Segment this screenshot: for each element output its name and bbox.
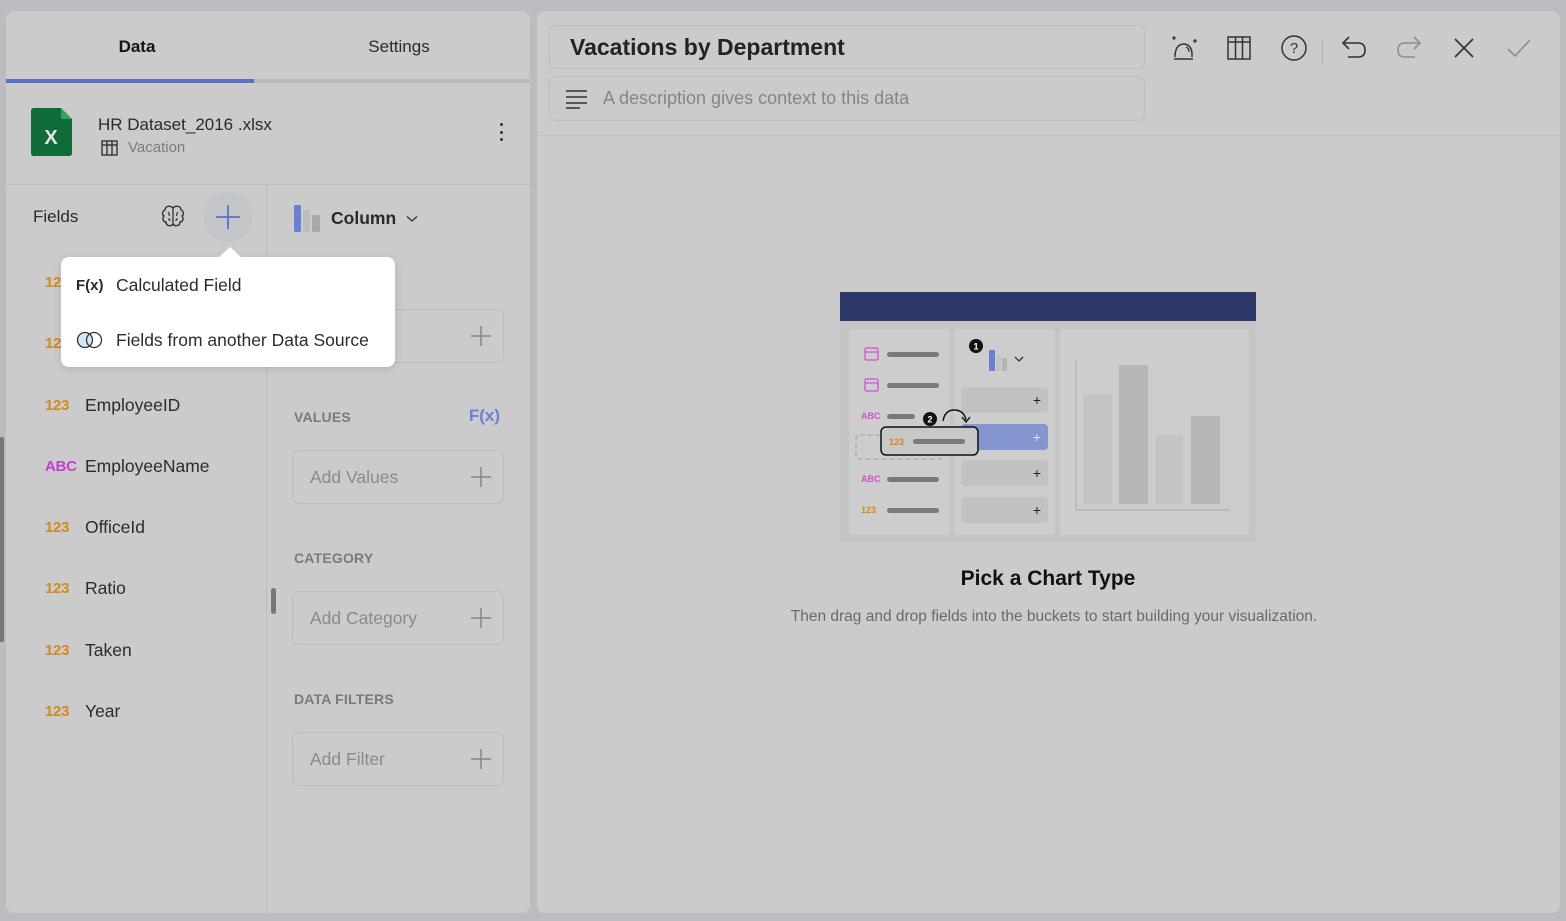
- values-bucket[interactable]: Add Values: [292, 450, 504, 504]
- category-placeholder: Add Category: [310, 607, 418, 628]
- header-divider: [537, 135, 1560, 136]
- confirm-button[interactable]: [1502, 31, 1536, 65]
- svg-text:+: +: [1033, 392, 1041, 408]
- illustration-abc-label: ABC: [861, 474, 881, 484]
- tab-data[interactable]: Data: [6, 11, 268, 83]
- plus-icon: [471, 749, 491, 769]
- tab-settings[interactable]: Settings: [268, 11, 530, 83]
- svg-text:?: ?: [1290, 40, 1298, 57]
- sheet-name: Vacation: [128, 139, 186, 156]
- data-filters-bucket[interactable]: Add Filter: [292, 732, 504, 786]
- field-type-number: 123: [45, 641, 70, 659]
- field-label: Ratio: [85, 577, 126, 598]
- field-label: EmployeeName: [85, 455, 210, 476]
- chart-builder-illustration: ABC ABC 123 1 + + + + 123 2: [840, 292, 1256, 542]
- field-item-ratio[interactable]: 123 Ratio: [45, 573, 126, 603]
- table-view-icon: [1227, 36, 1251, 60]
- plus-icon: [471, 608, 491, 628]
- datasource-name: HR Dataset_2016 .xlsx: [98, 115, 272, 134]
- fields-title: Fields: [33, 207, 79, 226]
- redo-button[interactable]: [1392, 31, 1426, 65]
- field-label: EmployeeID: [85, 394, 181, 415]
- field-item-employeename[interactable]: ABC EmployeeName: [45, 451, 210, 481]
- field-type-number: 123: [45, 579, 70, 597]
- magic-insights-button[interactable]: [1167, 31, 1201, 65]
- close-button[interactable]: [1447, 31, 1481, 65]
- table-icon: [101, 139, 118, 156]
- illustration-123-label: 123: [889, 437, 904, 447]
- field-label: Taken: [85, 639, 132, 660]
- field-label: Year: [85, 700, 121, 721]
- step-1-badge: 1: [973, 342, 978, 352]
- data-editor-panel: Data Settings X HR Dataset_2016 .xlsx Va…: [6, 11, 530, 913]
- linked-circles-icon: [76, 331, 116, 349]
- brain-icon[interactable]: [159, 203, 187, 231]
- field-type-text: ABC: [45, 457, 77, 475]
- help-icon: ?: [1281, 35, 1307, 61]
- chart-type-selector[interactable]: Column: [294, 205, 418, 232]
- redo-icon: [1397, 36, 1422, 58]
- chevron-down-icon: [406, 215, 418, 222]
- menu-item-fields-from-another-source[interactable]: Fields from another Data Source: [61, 314, 395, 366]
- datasource-header: X HR Dataset_2016 .xlsx Vacation: [6, 83, 530, 185]
- chart-type-label: Column: [331, 208, 397, 228]
- plus-icon: [471, 467, 491, 487]
- menu-item-label: Calculated Field: [116, 274, 242, 295]
- kebab-menu-icon[interactable]: [494, 119, 508, 145]
- values-label: VALUES: [294, 409, 351, 425]
- field-type-number: 123: [45, 396, 70, 414]
- column-chart-icon: [294, 205, 320, 232]
- text-lines-icon: [566, 89, 587, 109]
- magic-insights-icon: [1172, 36, 1197, 60]
- illustration-header: [840, 292, 1256, 321]
- svg-text:+: +: [1033, 465, 1041, 481]
- add-field-button[interactable]: [203, 192, 253, 242]
- step-2-badge: 2: [927, 415, 932, 425]
- outer-scrollbar[interactable]: [0, 437, 4, 642]
- illustration-abc-label: ABC: [861, 411, 881, 421]
- svg-text:+: +: [1033, 502, 1041, 518]
- plus-icon: [471, 326, 491, 346]
- help-button[interactable]: ?: [1277, 31, 1311, 65]
- undo-button[interactable]: [1337, 31, 1371, 65]
- fx-icon: F(x): [76, 276, 104, 294]
- illustration-123-label: 123: [861, 505, 876, 515]
- empty-state-title: Pick a Chart Type: [960, 567, 1136, 590]
- category-bucket[interactable]: Add Category: [292, 591, 504, 645]
- empty-state-subtitle: Then drag and drop fields into the bucke…: [790, 608, 1318, 625]
- visualization-panel: Vacations by Department A description gi…: [537, 11, 1560, 913]
- excel-file-icon: X: [31, 108, 72, 156]
- menu-item-label: Fields from another Data Source: [116, 329, 369, 350]
- table-view-button[interactable]: [1222, 31, 1256, 65]
- field-item-officeid[interactable]: 123 OfficeId: [45, 512, 145, 542]
- toolbar-separator: [1322, 40, 1323, 64]
- filters-placeholder: Add Filter: [310, 748, 385, 769]
- values-placeholder: Add Values: [310, 466, 399, 487]
- menu-item-calculated-field[interactable]: F(x) Calculated Field: [61, 259, 395, 311]
- field-item-year[interactable]: 123 Year: [45, 696, 120, 726]
- datasource-sheet: Vacation: [101, 139, 185, 156]
- undo-icon: [1341, 36, 1366, 58]
- svg-text:+: +: [1033, 429, 1041, 445]
- menu-arrow: [218, 247, 242, 258]
- field-type-number: 123: [45, 518, 70, 536]
- values-fx-button[interactable]: F(x): [469, 406, 500, 426]
- field-label: OfficeId: [85, 516, 145, 537]
- field-item-employeeid[interactable]: 123 EmployeeID: [45, 390, 180, 420]
- field-type-number: 123: [45, 702, 70, 720]
- confirm-check-icon: [1507, 39, 1531, 58]
- panel-tabs: Data Settings: [6, 11, 530, 83]
- field-item-taken[interactable]: 123 Taken: [45, 635, 132, 665]
- add-field-menu: F(x) Calculated Field Fields from anothe…: [61, 247, 395, 367]
- description-placeholder: A description gives context to this data: [603, 88, 910, 108]
- close-icon: [1454, 38, 1474, 58]
- toolbar: ?: [537, 31, 1560, 65]
- description-input[interactable]: A description gives context to this data: [549, 76, 1145, 121]
- category-label: CATEGORY: [294, 550, 374, 566]
- plus-icon: [216, 205, 240, 229]
- svg-text:X: X: [44, 127, 58, 149]
- data-filters-label: DATA FILTERS: [294, 691, 394, 707]
